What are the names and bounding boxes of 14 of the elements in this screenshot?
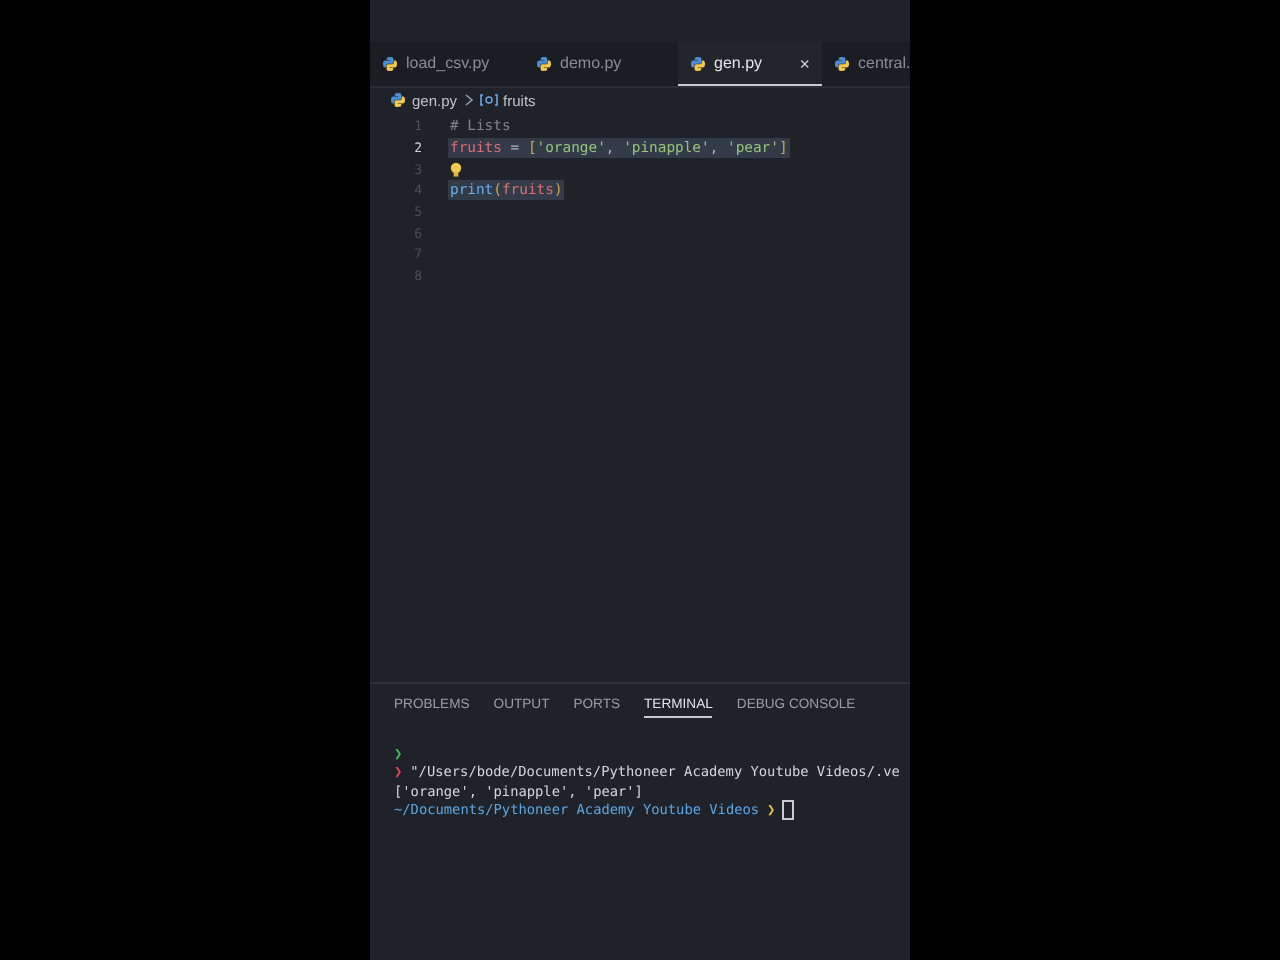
chevron-icon [463, 94, 474, 106]
python-icon [390, 92, 406, 108]
python-icon [834, 55, 850, 71]
terminal-cursor [781, 800, 794, 821]
file-tab[interactable]: gen.py × [678, 42, 822, 86]
python-icon [536, 55, 552, 71]
file-tab[interactable]: demo.py [524, 42, 678, 86]
file-tab[interactable]: central. [822, 42, 910, 86]
python-icon [690, 55, 706, 71]
python-icon [382, 55, 398, 71]
lightbulb-icon[interactable] [450, 161, 462, 178]
variable-icon [479, 94, 498, 106]
close-icon[interactable]: × [775, 53, 810, 73]
file-tab[interactable]: load_csv.py [370, 42, 524, 86]
